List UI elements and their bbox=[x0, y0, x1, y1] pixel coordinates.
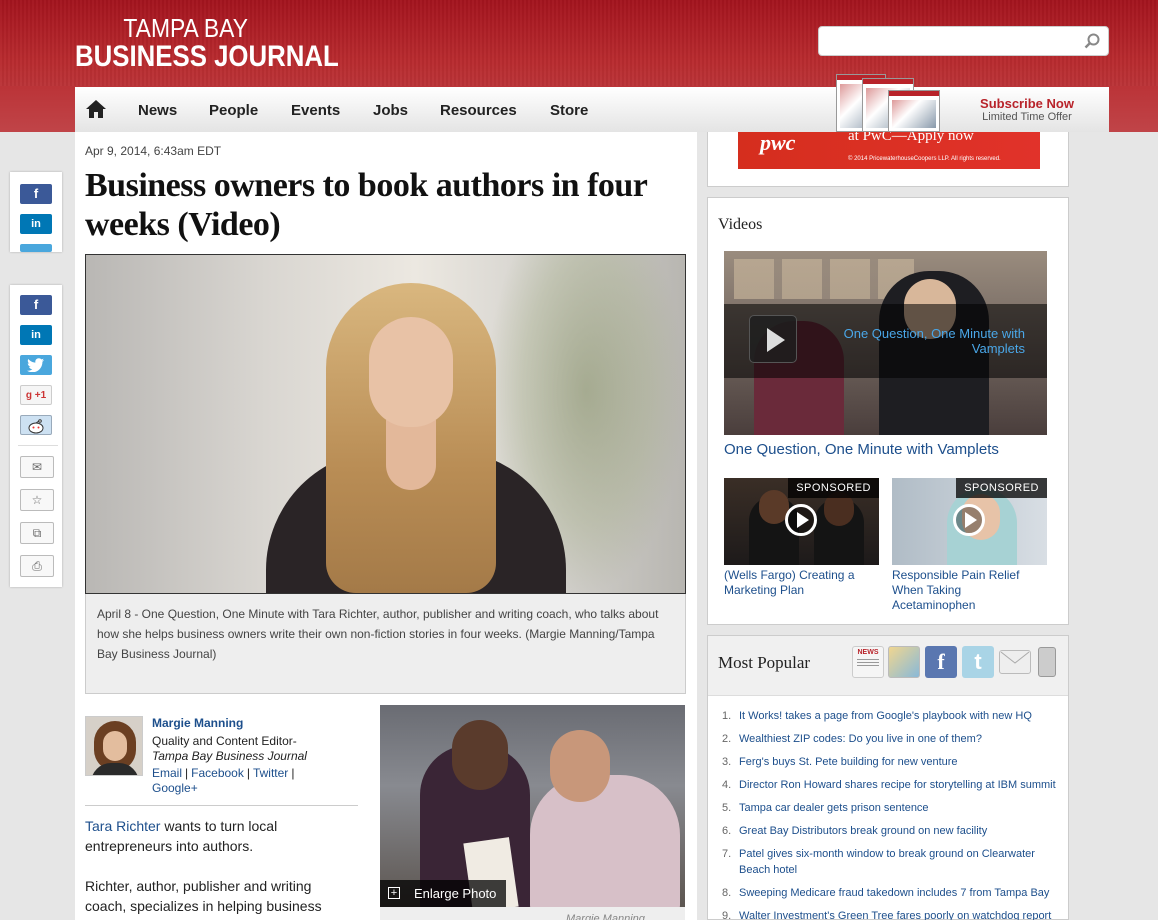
author-twitter-link[interactable]: Twitter bbox=[253, 766, 288, 780]
author-title: Quality and Content Editor- bbox=[152, 734, 297, 748]
list-item[interactable]: 1. It Works! takes a page from Google's p… bbox=[722, 708, 1062, 724]
ad-copyright: © 2014 PricewaterhouseCoopers LLP. All r… bbox=[848, 156, 1001, 162]
copy-icon[interactable]: ⧉ bbox=[20, 522, 54, 544]
main-nav: News People Events Jobs Resources Store bbox=[75, 87, 1109, 132]
author-publication: Tampa Bay Business Journal bbox=[152, 749, 307, 763]
article-main: Apr 9, 2014, 6:43am EDT Business owners … bbox=[75, 132, 697, 920]
ad-box: pwc at PwC—Apply now © 2014 Pricewaterho… bbox=[707, 128, 1069, 187]
article-photo[interactable] bbox=[380, 705, 685, 907]
site-logo[interactable]: TAMPA BAY BUSINESS JOURNAL bbox=[75, 14, 382, 72]
author-email-link[interactable]: Email bbox=[152, 766, 182, 780]
email-icon[interactable]: ✉ bbox=[20, 456, 54, 478]
linkedin-share-icon[interactable]: in bbox=[20, 325, 52, 345]
play-circle-icon[interactable] bbox=[953, 504, 985, 536]
article-video-player[interactable] bbox=[85, 254, 686, 594]
enlarge-photo-label: Enlarge Photo bbox=[414, 886, 497, 901]
author-name[interactable]: Margie Manning bbox=[152, 716, 243, 730]
facebook-tab-icon[interactable]: f bbox=[925, 646, 957, 678]
logo-line-2: BUSINESS JOURNAL bbox=[75, 40, 339, 73]
nav-item-store[interactable]: Store bbox=[550, 102, 588, 119]
sponsored-badge: SPONSORED bbox=[788, 478, 879, 498]
list-item[interactable]: 8. Sweeping Medicare fraud takedown inclu… bbox=[722, 885, 1062, 901]
article-headline: Business owners to book authors in four … bbox=[85, 167, 647, 243]
plus-icon: + bbox=[388, 887, 400, 899]
facebook-share-icon[interactable]: f bbox=[20, 295, 52, 315]
videos-widget: Videos One Question, One Minute with Vam… bbox=[707, 197, 1069, 625]
video-person-face bbox=[369, 317, 453, 427]
google-plus-share-icon[interactable]: g +1 bbox=[20, 385, 52, 405]
most-popular-title: Most Popular bbox=[718, 653, 811, 672]
most-popular-list: 1. It Works! takes a page from Google's p… bbox=[722, 708, 1062, 920]
tara-richter-link[interactable]: Tara Richter bbox=[85, 818, 160, 834]
nav-item-jobs[interactable]: Jobs bbox=[373, 102, 408, 119]
photo-credit: Margie Manning bbox=[380, 907, 685, 920]
email-tab-icon[interactable] bbox=[999, 650, 1031, 674]
nav-item-people[interactable]: People bbox=[209, 102, 258, 119]
nav-item-resources[interactable]: Resources bbox=[440, 102, 517, 119]
sponsored-badge: SPONSORED bbox=[956, 478, 1047, 498]
author-byline: Margie Manning Quality and Content Edito… bbox=[85, 708, 358, 806]
twitter-tab-icon[interactable]: t bbox=[962, 646, 994, 678]
logo-line-1: TAMPA BAY bbox=[123, 13, 249, 43]
share-bar-top: f in bbox=[10, 172, 62, 252]
videos-title: Videos bbox=[718, 216, 763, 233]
twitter-share-icon[interactable] bbox=[20, 355, 52, 375]
featured-video[interactable]: One Question, One Minute with Vamplets bbox=[724, 251, 1047, 435]
news-tab-label: NEWS bbox=[857, 649, 879, 656]
body-paragraph-2: Richter, author, publisher and writing c… bbox=[85, 878, 322, 914]
list-item[interactable]: 2. Wealthiest ZIP codes: Do you live in o… bbox=[722, 731, 1062, 747]
subscribe-now-link[interactable]: Subscribe Now bbox=[975, 96, 1079, 111]
twitter-share-icon[interactable] bbox=[20, 244, 52, 252]
pwc-ad[interactable]: pwc at PwC—Apply now © 2014 Pricewaterho… bbox=[738, 128, 1040, 169]
news-tab-icon[interactable]: NEWS bbox=[852, 646, 884, 678]
article-body: Tara Richter wants to turn local entrepr… bbox=[85, 816, 355, 920]
magazine-covers[interactable] bbox=[836, 74, 940, 132]
star-icon[interactable]: ☆ bbox=[20, 489, 54, 511]
reddit-share-icon[interactable] bbox=[20, 415, 52, 435]
article-date: Apr 9, 2014, 6:43am EDT bbox=[85, 144, 222, 158]
play-circle-icon[interactable] bbox=[785, 504, 817, 536]
list-item[interactable]: 9. Walter Investment's Green Tree fares p… bbox=[722, 908, 1062, 920]
list-item[interactable]: 3. Ferg's buys St. Pete building for new … bbox=[722, 754, 1062, 770]
featured-video-overlay-title: One Question, One Minute with Vamplets bbox=[843, 326, 1025, 356]
share-bar: f in g +1 ✉ ☆ ⧉ ⎙ bbox=[10, 285, 62, 587]
print-icon[interactable]: ⎙ bbox=[20, 555, 54, 577]
sponsored-video-2[interactable]: SPONSORED bbox=[892, 478, 1047, 565]
author-avatar[interactable] bbox=[85, 716, 143, 776]
author-links: Email | Facebook | Twitter | Google+ bbox=[152, 766, 295, 795]
video-person-neck bbox=[386, 420, 436, 490]
enlarge-photo-button[interactable]: + Enlarge Photo bbox=[380, 880, 506, 907]
play-icon[interactable] bbox=[749, 315, 797, 363]
list-item[interactable]: 7. Patel gives six-month window to break … bbox=[722, 846, 1062, 878]
author-facebook-link[interactable]: Facebook bbox=[191, 766, 244, 780]
linkedin-share-icon[interactable]: in bbox=[20, 214, 52, 234]
list-item[interactable]: 5. Tampa car dealer gets prison sentence bbox=[722, 800, 1062, 816]
search-icon[interactable] bbox=[1084, 33, 1100, 49]
sponsored-video-1[interactable]: SPONSORED bbox=[724, 478, 879, 565]
magazine-cover-image bbox=[888, 90, 940, 132]
video-caption: April 8 - One Question, One Minute with … bbox=[85, 594, 686, 694]
nav-item-events[interactable]: Events bbox=[291, 102, 340, 119]
facebook-share-icon[interactable]: f bbox=[20, 184, 52, 204]
home-icon[interactable] bbox=[85, 99, 107, 119]
search-input[interactable] bbox=[825, 28, 1075, 54]
list-item[interactable]: 4. Director Ron Howard shares recipe for … bbox=[722, 777, 1062, 793]
most-popular-widget: Most Popular NEWS f t 1. It Works! takes … bbox=[707, 635, 1069, 920]
photos-tab-icon[interactable] bbox=[888, 646, 920, 678]
subscribe-promo[interactable]: Subscribe Now Limited Time Offer bbox=[975, 96, 1079, 123]
author-role: Quality and Content Editor- Tampa Bay Bu… bbox=[152, 734, 352, 764]
sponsored-video-1-caption[interactable]: (Wells Fargo) Creating a Marketing Plan bbox=[724, 568, 879, 598]
list-item[interactable]: 6. Great Bay Distributors break ground on… bbox=[722, 823, 1062, 839]
nav-item-news[interactable]: News bbox=[138, 102, 177, 119]
most-popular-header: Most Popular NEWS f t bbox=[708, 636, 1068, 696]
divider bbox=[18, 445, 58, 446]
sponsored-video-2-caption[interactable]: Responsible Pain Relief When Taking Acet… bbox=[892, 568, 1047, 613]
mobile-tab-icon[interactable] bbox=[1038, 647, 1056, 677]
pwc-logo: pwc bbox=[760, 130, 796, 155]
featured-video-link[interactable]: One Question, One Minute with Vamplets bbox=[724, 441, 999, 458]
author-googleplus-link[interactable]: Google+ bbox=[152, 781, 198, 795]
limited-offer-text: Limited Time Offer bbox=[982, 111, 1072, 123]
search-box bbox=[818, 26, 1109, 56]
